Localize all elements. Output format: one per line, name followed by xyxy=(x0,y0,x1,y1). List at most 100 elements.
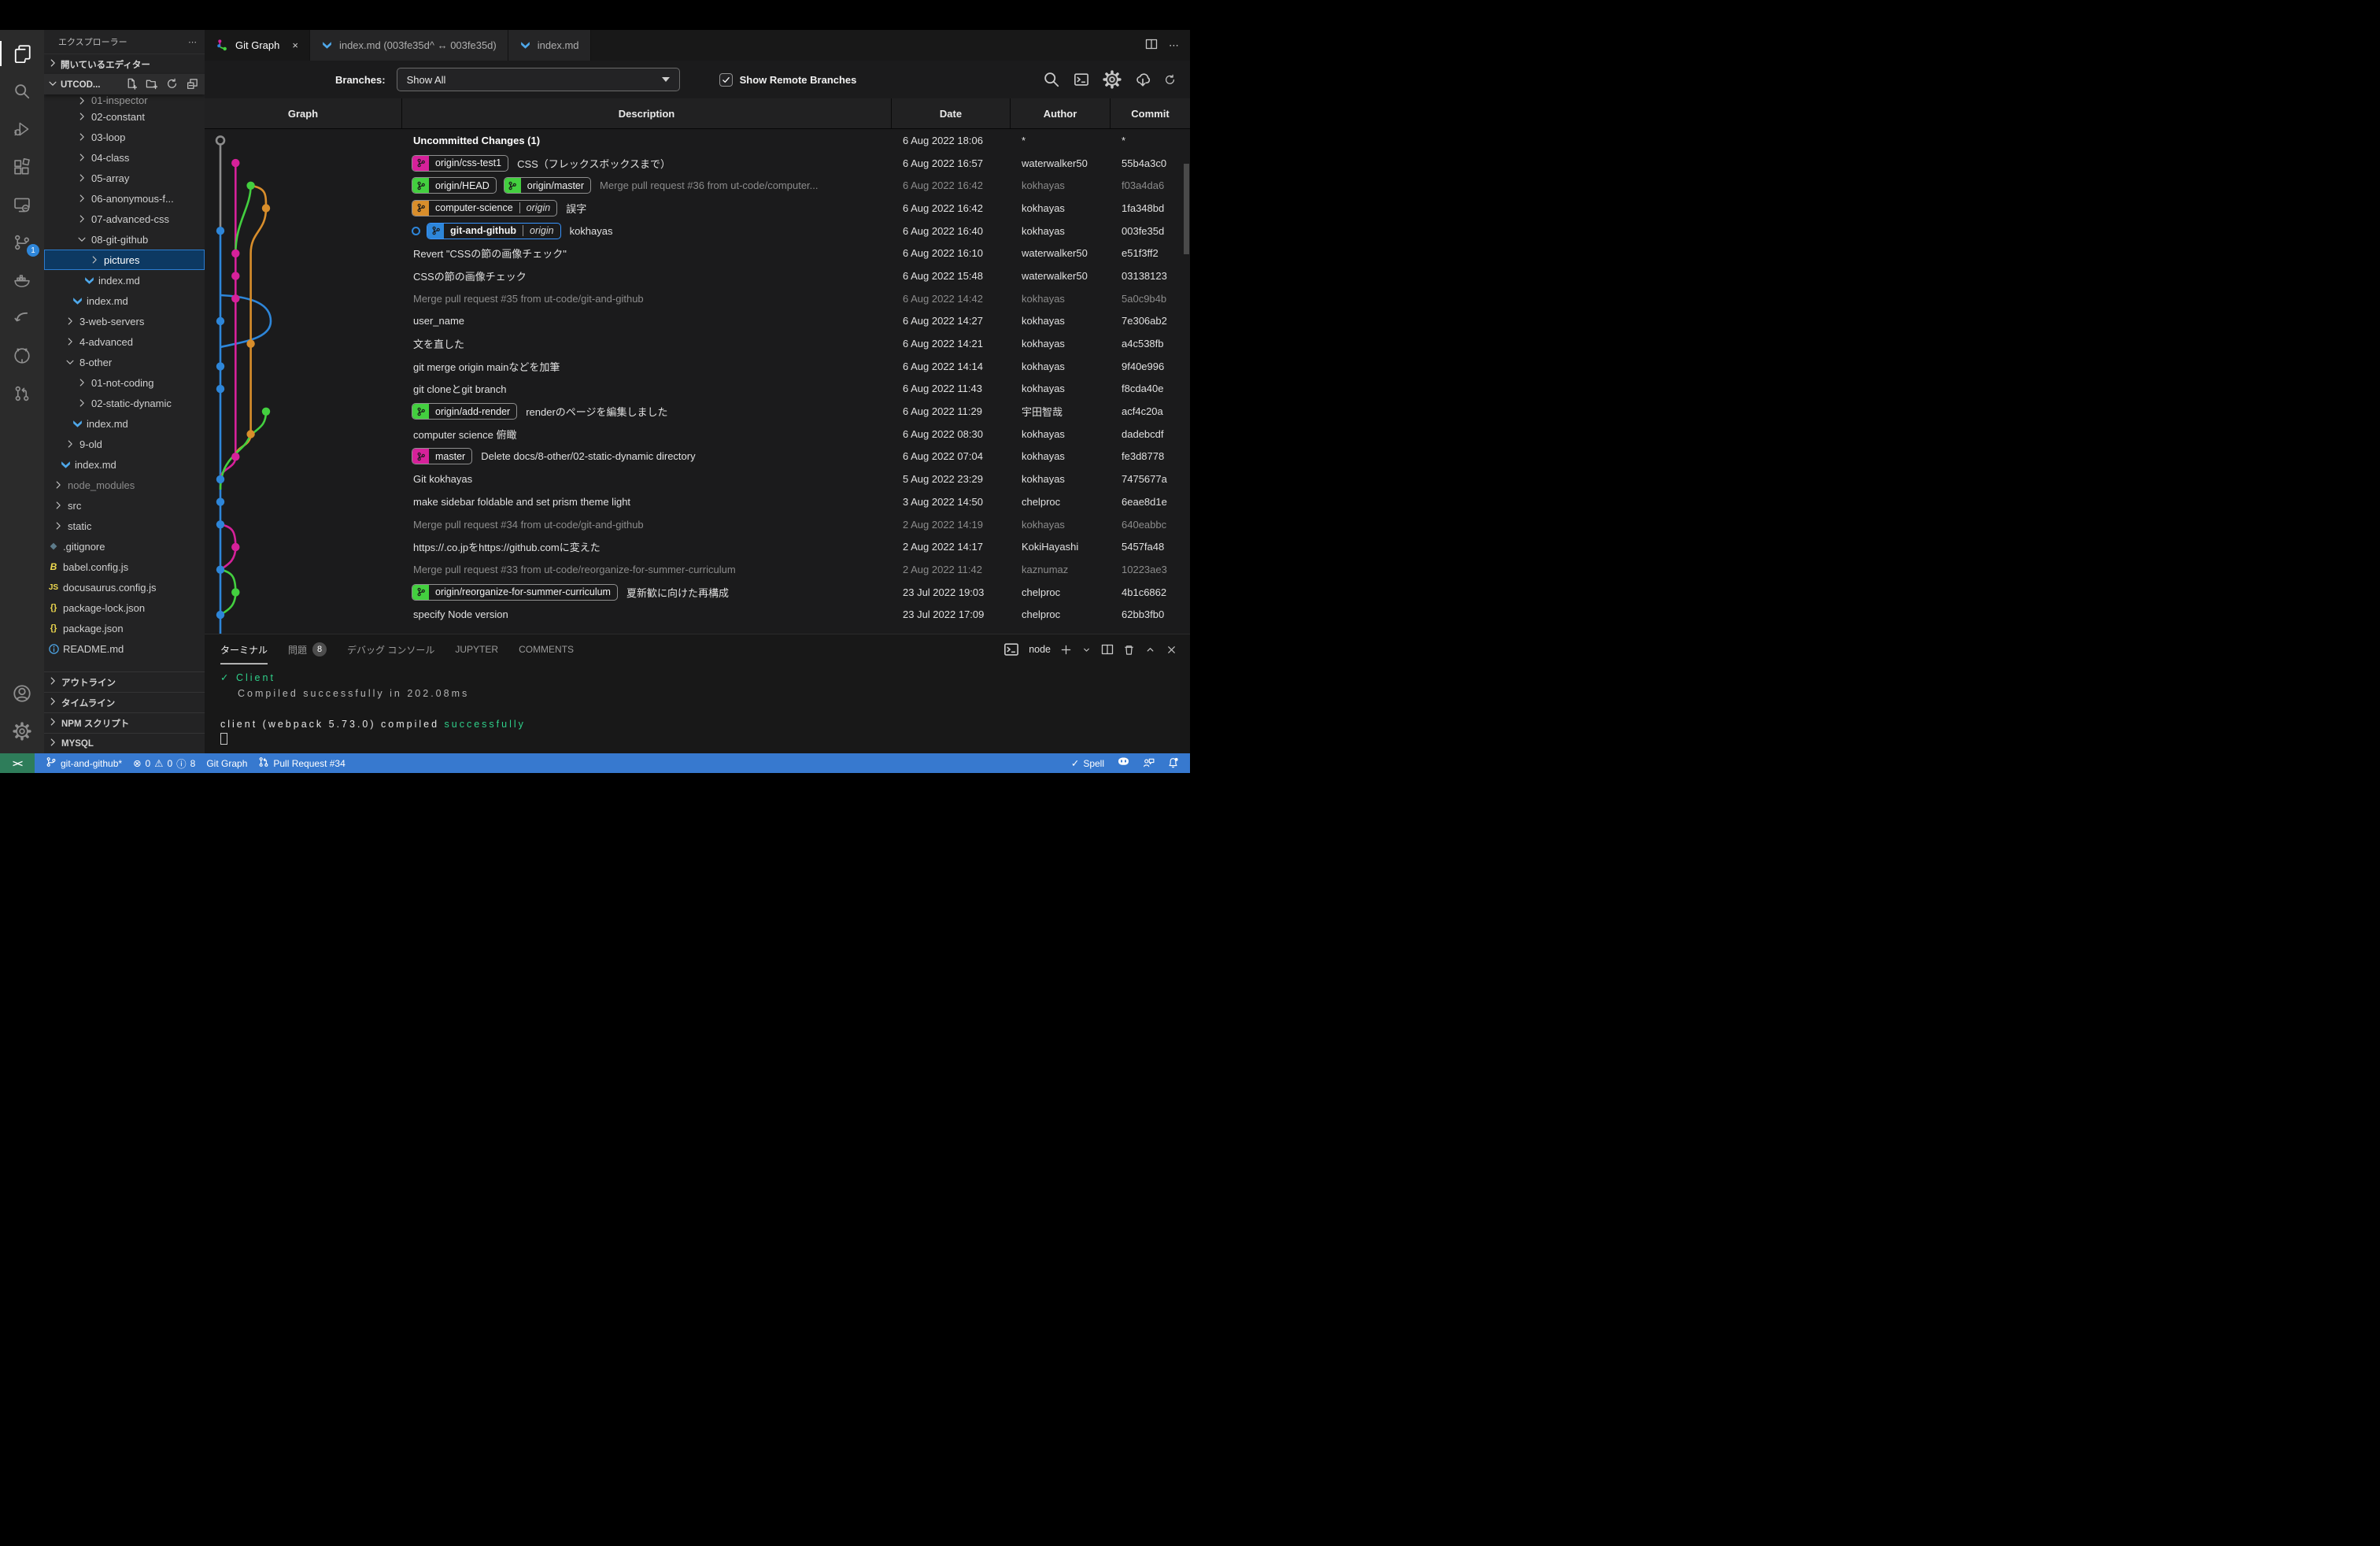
tree-folder-04-class[interactable]: 04-class xyxy=(44,147,205,168)
refresh-icon[interactable] xyxy=(1164,74,1176,86)
branch-badge-origin-master[interactable]: origin/master xyxy=(504,177,591,194)
tree-folder-static[interactable]: static xyxy=(44,516,205,536)
fetch-cloud-icon[interactable] xyxy=(1135,72,1151,87)
panel-tab-comments[interactable]: COMMENTS xyxy=(519,634,574,664)
settings-gear-icon[interactable] xyxy=(1103,70,1122,89)
tree-folder-06-anonymous-f-[interactable]: 06-anonymous-f... xyxy=(44,188,205,209)
scrollbar-thumb[interactable] xyxy=(1184,164,1189,254)
add-terminal-icon[interactable] xyxy=(1060,644,1072,656)
copilot-icon[interactable] xyxy=(1117,756,1130,770)
status-git-graph[interactable]: Git Graph xyxy=(206,758,247,769)
column-commit[interactable]: Commit xyxy=(1111,98,1190,128)
feedback-icon[interactable] xyxy=(1143,757,1155,769)
panel-tab-jupyter[interactable]: JUPYTER xyxy=(455,634,498,664)
activity-pull-requests-icon[interactable] xyxy=(0,375,44,412)
terminal-output[interactable]: ✓ ClientCompiled successfully in 202.08m… xyxy=(205,664,1190,748)
activity-github-icon[interactable] xyxy=(0,337,44,375)
tree-file-index-md[interactable]: index.md xyxy=(44,290,205,311)
activity-explorer-icon[interactable] xyxy=(0,35,44,72)
new-file-icon[interactable] xyxy=(125,78,137,92)
tree-folder-07-advanced-css[interactable]: 07-advanced-css xyxy=(44,209,205,229)
maximize-panel-icon[interactable] xyxy=(1144,644,1156,656)
activity-remote-explorer-icon[interactable] xyxy=(0,186,44,224)
tab-git-graph[interactable]: Git Graph× xyxy=(205,30,310,61)
tree-folder-01-inspector[interactable]: 01-inspector xyxy=(44,96,205,106)
sidebar-section-npm-[interactable]: NPM スクリプト xyxy=(44,712,205,733)
tab-index-md-003fe35d-003fe35d-[interactable]: index.md (003fe35d^ ↔ 003fe35d) xyxy=(310,30,508,61)
show-remote-branches-toggle[interactable]: Show Remote Branches xyxy=(719,73,857,87)
activity-extensions-icon[interactable] xyxy=(0,148,44,186)
activity-docker-icon[interactable] xyxy=(0,261,44,299)
tree-folder-src[interactable]: src xyxy=(44,495,205,516)
tree-folder-08-git-github[interactable]: 08-git-github xyxy=(44,229,205,250)
split-terminal-icon[interactable] xyxy=(1101,643,1114,656)
terminal-icon[interactable] xyxy=(1074,72,1089,87)
tree-folder-05-array[interactable]: 05-array xyxy=(44,168,205,188)
tree-file-index-md[interactable]: index.md xyxy=(44,413,205,434)
editor-more-actions-icon[interactable]: ⋯ xyxy=(1169,39,1179,52)
activity-curved-arrow-icon[interactable] xyxy=(0,299,44,337)
kill-terminal-icon[interactable] xyxy=(1123,644,1135,656)
sidebar-section--[interactable]: タイムライン xyxy=(44,692,205,712)
status-problems[interactable]: ⊗0 ⚠0 ⓘ8 xyxy=(133,756,195,771)
workspace-section[interactable]: UTCOD... xyxy=(44,74,205,94)
tree-folder-8-other[interactable]: 8-other xyxy=(44,352,205,372)
branch-badge-origin-add-render[interactable]: origin/add-render xyxy=(412,403,517,420)
tree-file-readme-md[interactable]: README.md xyxy=(44,638,205,659)
tree-folder-pictures[interactable]: pictures xyxy=(44,250,205,270)
tree-folder-4-advanced[interactable]: 4-advanced xyxy=(44,331,205,352)
new-folder-icon[interactable] xyxy=(146,78,157,92)
branch-badge-computer-science[interactable]: computer-scienceorigin xyxy=(412,200,557,216)
status-pull-request[interactable]: Pull Request #34 xyxy=(258,756,345,770)
column-date[interactable]: Date xyxy=(892,98,1011,128)
close-icon[interactable]: × xyxy=(292,39,298,51)
close-panel-icon[interactable] xyxy=(1166,644,1177,656)
split-editor-icon[interactable] xyxy=(1145,38,1158,53)
column-author[interactable]: Author xyxy=(1011,98,1111,128)
sidebar-section-mysql[interactable]: MYSQL xyxy=(44,733,205,753)
shell-picker-chevron-icon[interactable] xyxy=(1081,645,1092,655)
commit-graph[interactable] xyxy=(205,129,402,634)
tree-file-babel-config-js[interactable]: Bbabel.config.js xyxy=(44,557,205,577)
tree-folder-node-modules[interactable]: node_modules xyxy=(44,475,205,495)
tree-folder-03-loop[interactable]: 03-loop xyxy=(44,127,205,147)
column-description[interactable]: Description xyxy=(402,98,892,128)
panel-tab--[interactable]: ターミナル xyxy=(220,634,268,664)
branch-badge-origin-head[interactable]: origin/HEAD xyxy=(412,177,497,194)
tab-index-md[interactable]: index.md xyxy=(508,30,591,61)
tree-file-package-lock-json[interactable]: {}package-lock.json xyxy=(44,597,205,618)
activity-run-debug-icon[interactable] xyxy=(0,110,44,148)
tree-file-package-json[interactable]: {}package.json xyxy=(44,618,205,638)
search-icon[interactable] xyxy=(1043,71,1060,88)
activity-source-control-icon[interactable]: 1 xyxy=(0,224,44,261)
tree-folder-02-constant[interactable]: 02-constant xyxy=(44,106,205,127)
tree-file-docusaurus-config-js[interactable]: JSdocusaurus.config.js xyxy=(44,577,205,597)
tree-folder-9-old[interactable]: 9-old xyxy=(44,434,205,454)
tree-folder-02-static-dynamic[interactable]: 02-static-dynamic xyxy=(44,393,205,413)
open-editors-section[interactable]: 開いているエディター xyxy=(44,54,205,74)
collapse-all-icon[interactable] xyxy=(187,78,198,92)
activity-settings-gear-icon[interactable] xyxy=(0,712,44,750)
status-branch[interactable]: git-and-github* xyxy=(46,756,122,770)
checkbox-checked-icon[interactable] xyxy=(719,73,733,87)
tree-file-index-md[interactable]: index.md xyxy=(44,454,205,475)
activity-accounts-icon[interactable] xyxy=(0,675,44,712)
branches-dropdown[interactable]: Show All xyxy=(397,68,680,91)
branch-badge-origin-css-test1[interactable]: origin/css-test1 xyxy=(412,155,508,172)
more-actions-icon[interactable]: ⋯ xyxy=(188,37,197,47)
branch-badge-git-and-github[interactable]: git-and-githuborigin xyxy=(427,223,561,239)
sidebar-section--[interactable]: アウトライン xyxy=(44,671,205,692)
tree-folder-3-web-servers[interactable]: 3-web-servers xyxy=(44,311,205,331)
tree-file-index-md[interactable]: index.md xyxy=(44,270,205,290)
tree-folder-01-not-coding[interactable]: 01-not-coding xyxy=(44,372,205,393)
status-spell[interactable]: ✓ Spell xyxy=(1071,757,1104,769)
notifications-bell-icon[interactable] xyxy=(1167,757,1179,769)
terminal-shell-icon[interactable] xyxy=(1003,642,1019,657)
branch-badge-master[interactable]: master xyxy=(412,448,472,464)
panel-tab--[interactable]: 問題8 xyxy=(288,634,327,664)
panel-tab--[interactable]: デバッグ コンソール xyxy=(347,634,434,664)
branch-badge-origin-reorganize-for-summer-curriculum[interactable]: origin/reorganize-for-summer-curriculum xyxy=(412,584,618,601)
column-graph[interactable]: Graph xyxy=(205,98,402,128)
remote-indicator[interactable]: >< xyxy=(0,753,35,773)
activity-search-icon[interactable] xyxy=(0,72,44,110)
